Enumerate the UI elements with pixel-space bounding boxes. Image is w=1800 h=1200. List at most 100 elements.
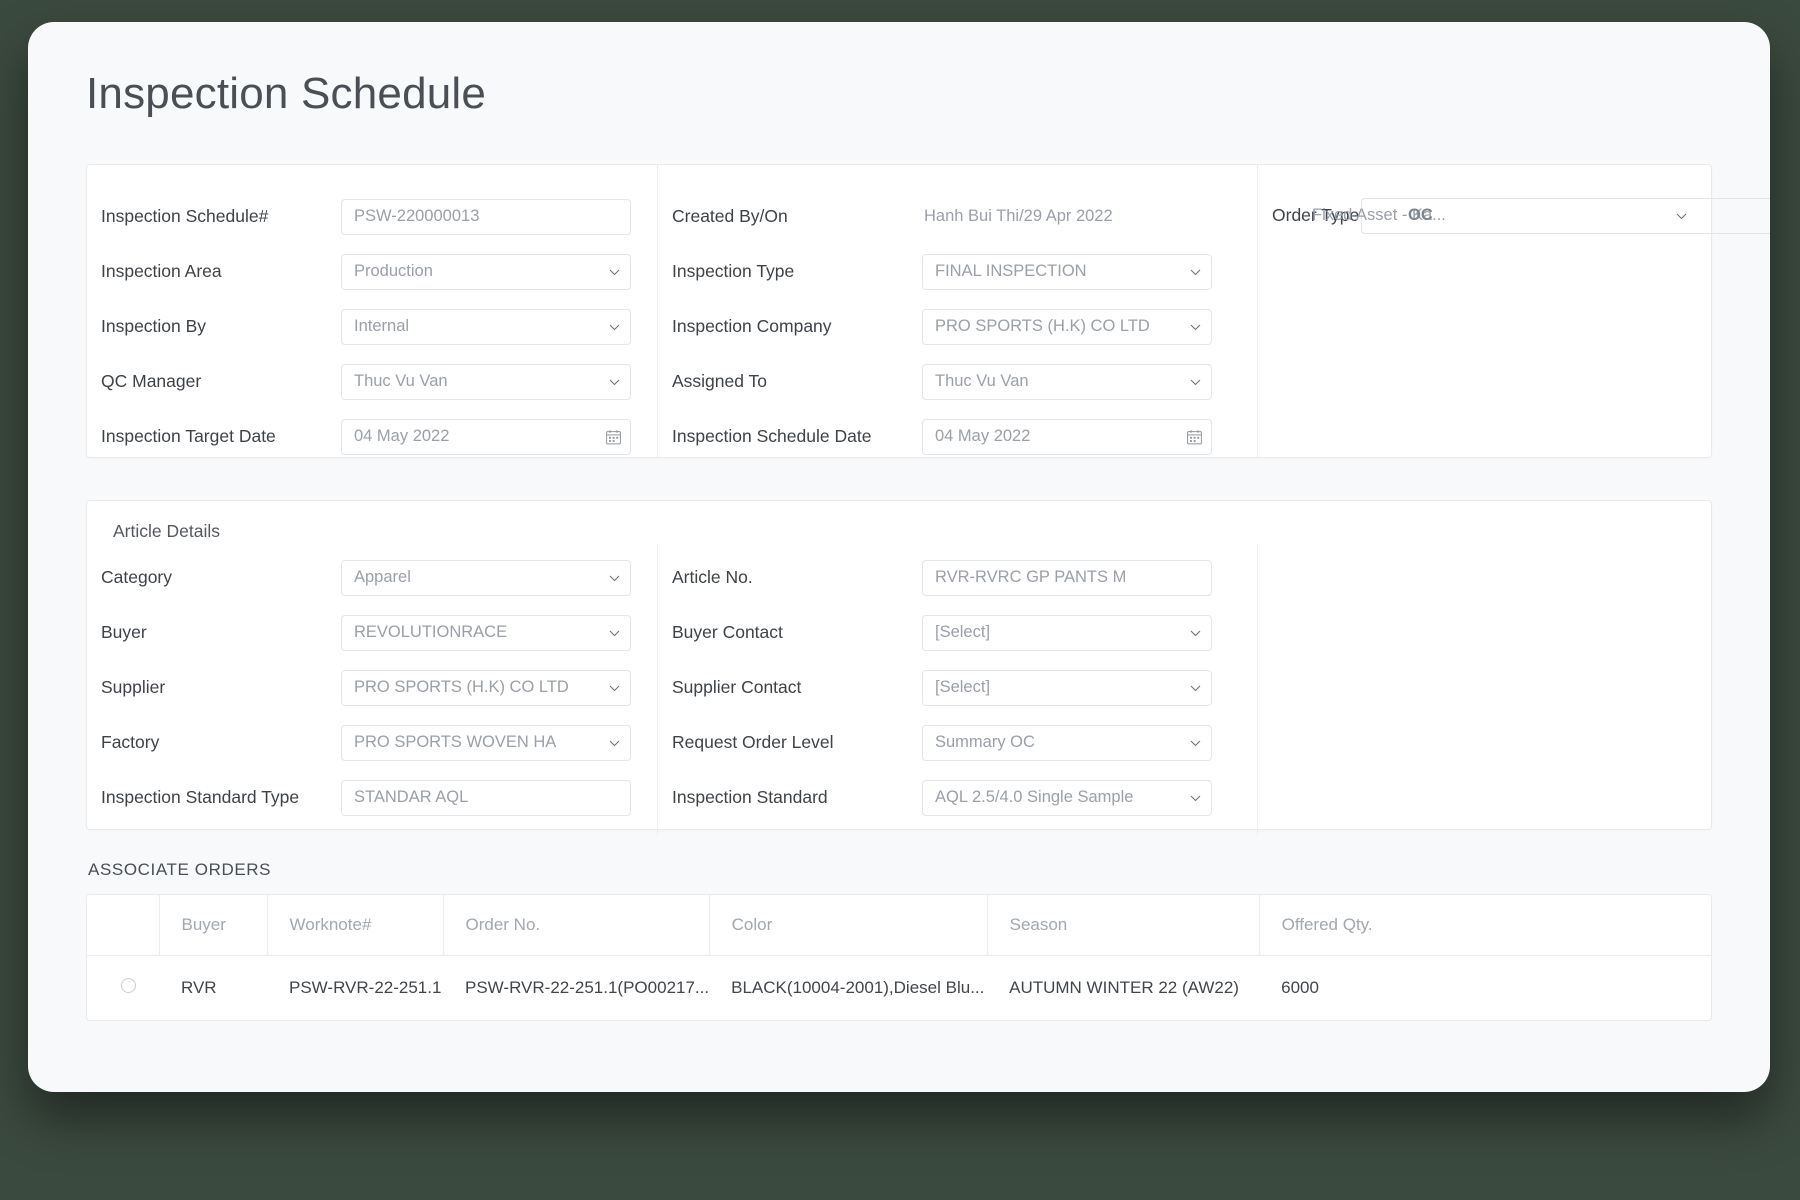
control-category: Apparel [341, 559, 631, 596]
input-article-no[interactable]: RVR-RVRC GP PANTS M [922, 559, 1212, 596]
control-assigned-to: Thuc Vu Van [922, 363, 1212, 400]
control-inspection-by: Internal [341, 308, 631, 345]
article-details-card: Article Details Category Apparel Buyer R… [86, 500, 1712, 836]
page-body: Inspection Schedule Inspection Schedule#… [28, 22, 1770, 1022]
field-row-qc-manager: QC Manager Thuc Vu Van [87, 354, 657, 409]
label-created-by-on: Created By/On [672, 206, 788, 227]
label-inspection-standard: Inspection Standard [672, 787, 828, 808]
field-row-inspection-target-date: Inspection Target Date 04 May 2022 [87, 409, 657, 464]
value-order-type-extra: OC [1408, 206, 1433, 225]
select-inspection-type[interactable]: FINAL INSPECTION [922, 253, 1212, 290]
select-qc-manager[interactable]: Thuc Vu Van [341, 363, 631, 400]
cell-worknote: PSW-RVR-22-251.1 [289, 978, 442, 998]
field-row-supplier: Supplier PRO SPORTS (H.K) CO LTD [87, 660, 657, 715]
page-title: Inspection Schedule [86, 69, 487, 118]
select-inspection-company[interactable]: PRO SPORTS (H.K) CO LTD [922, 308, 1212, 345]
label-buyer: Buyer [101, 622, 147, 643]
control-inspection-standard-type: STANDAR AQL [341, 779, 631, 816]
table-header-season[interactable]: Season [987, 895, 1260, 957]
details-column-middle: Created By/On Hanh Bui Thi/29 Apr 2022 I… [657, 165, 1257, 458]
calendar-icon[interactable] [606, 429, 621, 445]
label-article-no: Article No. [672, 567, 753, 588]
control-supplier-contact: [Select] [922, 669, 1212, 706]
select-inspection-by[interactable]: Internal [341, 308, 631, 345]
control-inspection-schedule-no: PSW-220000013 [341, 198, 631, 235]
label-inspection-target-date: Inspection Target Date [101, 426, 276, 447]
select-buyer[interactable]: REVOLUTIONRACE [341, 614, 631, 651]
select-supplier[interactable]: PRO SPORTS (H.K) CO LTD [341, 669, 631, 706]
details-column-right: Order Type Fixed Asset - Ka... OC [1257, 165, 1770, 458]
control-created-by-on: Hanh Bui Thi/29 Apr 2022 [922, 207, 1212, 226]
select-category[interactable]: Apparel [341, 559, 631, 596]
field-row-request-order-level: Request Order Level Summary OC [658, 715, 1257, 770]
article-details-section-label: Article Details [113, 521, 220, 542]
field-row-inspection-standard-type: Inspection Standard Type STANDAR AQL [87, 770, 657, 825]
field-row-inspection-by: Inspection By Internal [87, 299, 657, 354]
cell-season: AUTUMN WINTER 22 (AW22) [1009, 978, 1239, 998]
associate-orders-table-card: Buyer Worknote# Order No. Color Season O… [86, 894, 1712, 1022]
table-row[interactable]: RVR PSW-RVR-22-251.1 PSW-RVR-22-251.1(PO… [87, 956, 1711, 1021]
label-inspection-company: Inspection Company [672, 316, 832, 337]
field-row-assigned-to: Assigned To Thuc Vu Van [658, 354, 1257, 409]
table-header-color[interactable]: Color [709, 895, 988, 957]
field-row-inspection-standard: Inspection Standard AQL 2.5/4.0 Single S… [658, 770, 1257, 825]
label-inspection-area: Inspection Area [101, 261, 222, 282]
select-inspection-standard[interactable]: AQL 2.5/4.0 Single Sample [922, 779, 1212, 816]
label-inspection-schedule-no: Inspection Schedule# [101, 206, 269, 227]
table-header-order-no[interactable]: Order No. [443, 895, 710, 957]
app-window: Inspection Schedule Inspection Schedule#… [28, 22, 1770, 1092]
input-inspection-schedule-no[interactable]: PSW-220000013 [341, 198, 631, 235]
table-head: Buyer Worknote# Order No. Color Season O… [87, 895, 1711, 957]
table-header-offered-qty[interactable]: Offered Qty. [1259, 895, 1711, 957]
select-inspection-area[interactable]: Production [341, 253, 631, 290]
table-header-row: Buyer Worknote# Order No. Color Season O… [87, 895, 1711, 957]
control-inspection-schedule-date: 04 May 2022 [922, 418, 1212, 455]
field-row-category: Category Apparel [87, 550, 657, 605]
table-body: RVR PSW-RVR-22-251.1 PSW-RVR-22-251.1(PO… [87, 956, 1711, 1021]
field-row-inspection-schedule-no: Inspection Schedule# PSW-220000013 [87, 189, 657, 244]
input-inspection-standard-type[interactable]: STANDAR AQL [341, 779, 631, 816]
date-inspection-target-date[interactable]: 04 May 2022 [341, 418, 631, 455]
field-row-supplier-contact: Supplier Contact [Select] [658, 660, 1257, 715]
row-select-cell [87, 956, 159, 1021]
select-assigned-to[interactable]: Thuc Vu Van [922, 363, 1212, 400]
article-column-spacer [1257, 544, 1711, 836]
field-row-buyer: Buyer REVOLUTIONRACE [87, 605, 657, 660]
control-qc-manager: Thuc Vu Van [341, 363, 631, 400]
label-inspection-type: Inspection Type [672, 261, 795, 282]
control-inspection-standard: AQL 2.5/4.0 Single Sample [922, 779, 1212, 816]
associate-orders-table: Buyer Worknote# Order No. Color Season O… [87, 895, 1711, 1020]
label-supplier-contact: Supplier Contact [672, 677, 802, 698]
control-buyer: REVOLUTIONRACE [341, 614, 631, 651]
label-supplier: Supplier [101, 677, 166, 698]
select-factory[interactable]: PRO SPORTS WOVEN HA [341, 724, 631, 761]
control-inspection-type: FINAL INSPECTION [922, 253, 1212, 290]
control-buyer-contact: [Select] [922, 614, 1212, 651]
table-header-select [87, 895, 160, 957]
calendar-icon[interactable] [1187, 429, 1202, 445]
label-request-order-level: Request Order Level [672, 732, 834, 753]
field-row-buyer-contact: Buyer Contact [Select] [658, 605, 1257, 660]
field-row-inspection-schedule-date: Inspection Schedule Date 04 May 2022 [658, 409, 1257, 464]
field-row-inspection-company: Inspection Company PRO SPORTS (H.K) CO L… [658, 299, 1257, 354]
label-qc-manager: QC Manager [101, 371, 202, 392]
select-buyer-contact[interactable]: [Select] [922, 614, 1212, 651]
cell-buyer: RVR [181, 978, 217, 998]
article-column-right: Article No. RVR-RVRC GP PANTS M Buyer Co… [657, 544, 1257, 836]
select-request-order-level[interactable]: Summary OC [922, 724, 1212, 761]
select-supplier-contact[interactable]: [Select] [922, 669, 1212, 706]
field-row-factory: Factory PRO SPORTS WOVEN HA [87, 715, 657, 770]
date-inspection-schedule-date[interactable]: 04 May 2022 [922, 418, 1212, 455]
article-column-left: Category Apparel Buyer REVOLUTIONRACE Su… [87, 544, 657, 835]
row-radio-button[interactable] [121, 978, 136, 994]
associate-orders-title: ASSOCIATE ORDERS [88, 860, 272, 880]
field-row-inspection-area: Inspection Area Production [87, 244, 657, 299]
label-buyer-contact: Buyer Contact [672, 622, 783, 643]
field-row-order-type: Order Type Fixed Asset - Ka... OC [1258, 189, 1770, 244]
inspection-details-card: Inspection Schedule# PSW-220000013 Inspe… [86, 164, 1770, 459]
control-article-no: RVR-RVRC GP PANTS M [922, 559, 1212, 596]
table-header-buyer[interactable]: Buyer [159, 895, 268, 957]
label-inspection-standard-type: Inspection Standard Type [101, 787, 300, 808]
cell-order-no: PSW-RVR-22-251.1(PO00217... [465, 978, 710, 998]
table-header-worknote[interactable]: Worknote# [267, 895, 444, 957]
